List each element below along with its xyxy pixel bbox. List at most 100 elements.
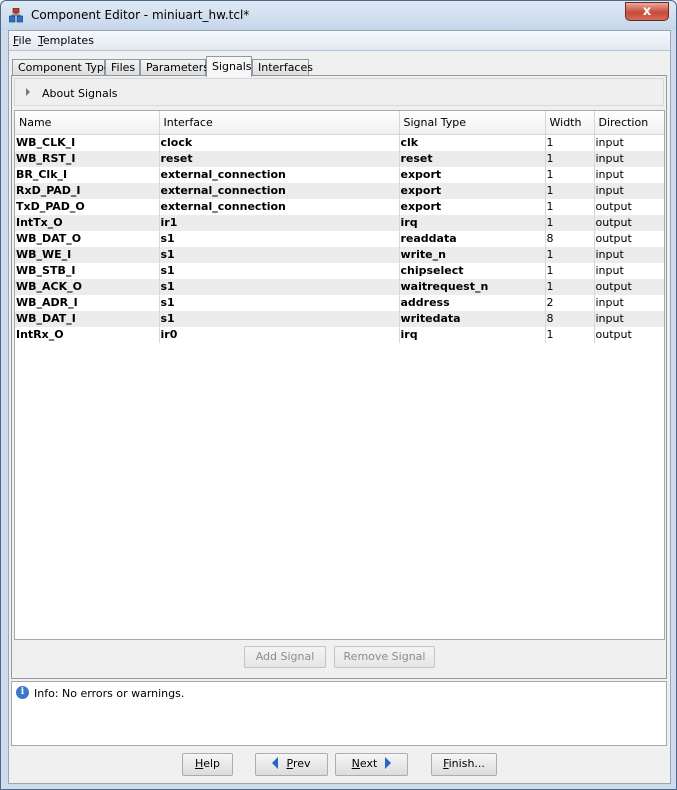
add-signal-button[interactable]: Add Signal	[244, 646, 326, 668]
cell-direction[interactable]: output	[594, 198, 664, 215]
cell-interface[interactable]: ir0	[159, 326, 400, 343]
expand-arrow-icon[interactable]	[26, 88, 30, 96]
cell-direction[interactable]: input	[594, 246, 664, 263]
cell-name[interactable]: IntRx_O	[15, 326, 160, 343]
tab-files[interactable]: Files	[105, 59, 140, 76]
cell-direction[interactable]: input	[594, 294, 664, 311]
table-row[interactable]: WB_RST_I reset reset 1 input	[15, 150, 664, 167]
cell-interface[interactable]: external_connection	[159, 182, 400, 199]
cell-interface[interactable]: s1	[159, 262, 400, 279]
cell-signal-type[interactable]: export	[399, 198, 546, 215]
cell-interface[interactable]: s1	[159, 294, 400, 311]
cell-width[interactable]: 1	[545, 326, 595, 343]
table-row[interactable]: TxD_PAD_O external_connection export 1 outpu…	[15, 198, 664, 215]
tab-parameters[interactable]: Parameters	[140, 59, 209, 76]
cell-width[interactable]: 1	[545, 182, 595, 199]
cell-width[interactable]: 8	[545, 230, 595, 247]
cell-interface[interactable]: s1	[159, 230, 400, 247]
table-row[interactable]: WB_CLK_I clock clk 1 input	[15, 134, 664, 151]
cell-name[interactable]: WB_ADR_I	[15, 294, 160, 311]
column-header-direction[interactable]: Direction	[594, 111, 664, 135]
about-signals-section[interactable]: About Signals	[14, 78, 664, 106]
table-row[interactable]: WB_ADR_I s1 address 2 input	[15, 294, 664, 311]
cell-interface[interactable]: s1	[159, 278, 400, 295]
cell-interface[interactable]: s1	[159, 310, 400, 327]
tab-signals[interactable]: Signals	[206, 56, 252, 77]
cell-width[interactable]: 1	[545, 214, 595, 231]
cell-signal-type[interactable]: export	[399, 182, 546, 199]
cell-width[interactable]: 1	[545, 166, 595, 183]
cell-direction[interactable]: input	[594, 134, 664, 151]
cell-signal-type[interactable]: reset	[399, 150, 546, 167]
column-header-interface[interactable]: Interface	[159, 111, 400, 135]
cell-name[interactable]: IntTx_O	[15, 214, 160, 231]
help-button[interactable]: Help	[182, 753, 233, 776]
cell-name[interactable]: RxD_PAD_I	[15, 182, 160, 199]
cell-width[interactable]: 1	[545, 246, 595, 263]
close-window-button[interactable]: x	[625, 2, 669, 21]
table-row[interactable]: WB_DAT_O s1 readdata 8 output	[15, 230, 664, 247]
cell-name[interactable]: WB_WE_I	[15, 246, 160, 263]
cell-direction[interactable]: output	[594, 214, 664, 231]
cell-direction[interactable]: output	[594, 326, 664, 343]
title-bar[interactable]: Component Editor - miniuart_hw.tcl* x	[1, 1, 676, 30]
cell-name[interactable]: WB_STB_I	[15, 262, 160, 279]
cell-width[interactable]: 1	[545, 134, 595, 151]
cell-name[interactable]: TxD_PAD_O	[15, 198, 160, 215]
table-row[interactable]: WB_STB_I s1 chipselect 1 input	[15, 262, 664, 279]
cell-interface[interactable]: external_connection	[159, 166, 400, 183]
cell-signal-type[interactable]: write_n	[399, 246, 546, 263]
table-row[interactable]: WB_ACK_O s1 waitrequest_n 1 output	[15, 278, 664, 295]
cell-width[interactable]: 8	[545, 310, 595, 327]
cell-direction[interactable]: input	[594, 150, 664, 167]
column-header-name[interactable]: Name	[15, 111, 160, 135]
cell-name[interactable]: WB_ACK_O	[15, 278, 160, 295]
table-row[interactable]: BR_Clk_I external_connection export 1 input	[15, 166, 664, 183]
cell-direction[interactable]: input	[594, 182, 664, 199]
menu-templates[interactable]: Templates	[38, 34, 94, 47]
table-row[interactable]: IntRx_O ir0 irq 1 output	[15, 326, 664, 343]
cell-width[interactable]: 1	[545, 262, 595, 279]
cell-width[interactable]: 1	[545, 278, 595, 295]
cell-signal-type[interactable]: clk	[399, 134, 546, 151]
cell-signal-type[interactable]: export	[399, 166, 546, 183]
column-header-signal-type[interactable]: Signal Type	[399, 111, 546, 135]
cell-interface[interactable]: reset	[159, 150, 400, 167]
cell-name[interactable]: WB_DAT_I	[15, 310, 160, 327]
cell-direction[interactable]: input	[594, 262, 664, 279]
cell-width[interactable]: 1	[545, 150, 595, 167]
cell-signal-type[interactable]: writedata	[399, 310, 546, 327]
remove-signal-button[interactable]: Remove Signal	[334, 646, 435, 668]
cell-width[interactable]: 2	[545, 294, 595, 311]
cell-signal-type[interactable]: chipselect	[399, 262, 546, 279]
cell-signal-type[interactable]: waitrequest_n	[399, 278, 546, 295]
cell-signal-type[interactable]: irq	[399, 326, 546, 343]
cell-signal-type[interactable]: irq	[399, 214, 546, 231]
table-row[interactable]: WB_WE_I s1 write_n 1 input	[15, 246, 664, 263]
cell-direction[interactable]: input	[594, 166, 664, 183]
cell-interface[interactable]: clock	[159, 134, 400, 151]
cell-direction[interactable]: output	[594, 230, 664, 247]
table-row[interactable]: WB_DAT_I s1 writedata 8 input	[15, 310, 664, 327]
cell-interface[interactable]: ir1	[159, 214, 400, 231]
table-row[interactable]: RxD_PAD_I external_connection export 1 input	[15, 182, 664, 199]
cell-interface[interactable]: s1	[159, 246, 400, 263]
cell-direction[interactable]: output	[594, 278, 664, 295]
cell-name[interactable]: WB_CLK_I	[15, 134, 160, 151]
column-header-width[interactable]: Width	[545, 111, 595, 135]
cell-signal-type[interactable]: address	[399, 294, 546, 311]
table-row[interactable]: IntTx_O ir1 irq 1 output	[15, 214, 664, 231]
tab-component-type[interactable]: Component Type	[12, 59, 111, 76]
cell-name[interactable]: WB_RST_I	[15, 150, 160, 167]
cell-interface[interactable]: external_connection	[159, 198, 400, 215]
cell-name[interactable]: BR_Clk_I	[15, 166, 160, 183]
cell-direction[interactable]: input	[594, 310, 664, 327]
tab-interfaces[interactable]: Interfaces	[252, 59, 313, 76]
finish-button[interactable]: Finish...	[431, 753, 497, 776]
cell-name[interactable]: WB_DAT_O	[15, 230, 160, 247]
cell-width[interactable]: 1	[545, 198, 595, 215]
cell-signal-type[interactable]: readdata	[399, 230, 546, 247]
next-button[interactable]: Next	[335, 753, 408, 776]
prev-button[interactable]: Prev	[255, 753, 328, 776]
signals-table[interactable]: Name Interface Signal Type Width Directi…	[14, 110, 665, 640]
